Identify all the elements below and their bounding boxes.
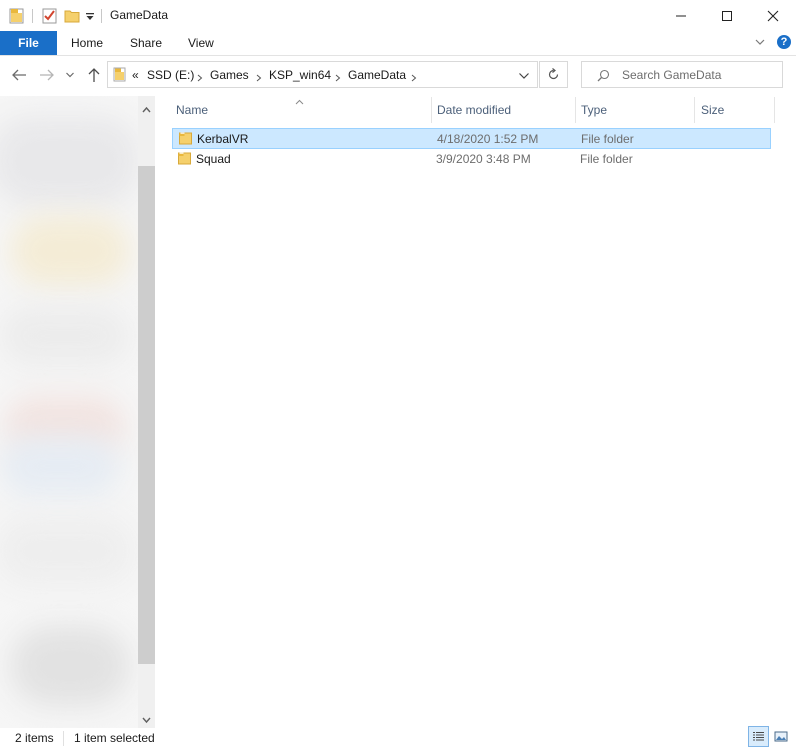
search-input[interactable]: Search GameData xyxy=(622,68,721,82)
navigation-pane-scrollbar[interactable] xyxy=(138,96,155,728)
ribbon-tabs: File Home Share View ? xyxy=(0,31,796,56)
file-type: File folder xyxy=(580,152,633,166)
column-header-date-modified[interactable]: Date modified xyxy=(437,103,511,117)
address-bar[interactable]: « SSD (E:) Games KSP_win64 GameData xyxy=(107,61,538,88)
divider xyxy=(101,9,102,23)
column-divider[interactable] xyxy=(694,97,695,123)
forward-button[interactable] xyxy=(38,66,56,84)
recent-locations-icon[interactable] xyxy=(64,66,76,84)
tab-file[interactable]: File xyxy=(0,31,57,55)
status-bar: 2 items 1 item selected xyxy=(0,728,796,750)
close-button[interactable] xyxy=(750,0,796,31)
details-view-button[interactable] xyxy=(748,726,769,747)
column-divider[interactable] xyxy=(431,97,432,123)
folder-icon xyxy=(179,132,193,145)
file-type: File folder xyxy=(581,132,634,146)
large-icons-view-button[interactable] xyxy=(770,726,791,747)
chevron-right-icon[interactable] xyxy=(197,71,203,82)
table-row[interactable]: Squad 3/9/2020 3:48 PM File folder xyxy=(172,149,771,170)
breadcrumb-ssd[interactable]: SSD (E:) xyxy=(147,68,194,82)
scroll-up-icon[interactable] xyxy=(142,102,151,113)
breadcrumb-overflow[interactable]: « xyxy=(132,68,139,82)
column-header-size[interactable]: Size xyxy=(701,103,724,117)
file-name: KerbalVR xyxy=(197,132,249,146)
column-header-name[interactable]: Name xyxy=(176,103,208,117)
status-item-count: 2 items xyxy=(15,731,54,745)
properties-icon[interactable] xyxy=(9,7,25,24)
tab-view[interactable]: View xyxy=(188,36,214,50)
search-icon xyxy=(597,69,610,82)
help-icon[interactable]: ? xyxy=(777,35,791,49)
checklist-icon[interactable] xyxy=(42,7,58,24)
column-divider[interactable] xyxy=(774,97,775,123)
maximize-button[interactable] xyxy=(704,0,750,31)
chevron-right-icon[interactable] xyxy=(256,71,262,82)
chevron-right-icon[interactable] xyxy=(411,71,417,82)
expand-ribbon-icon[interactable] xyxy=(754,36,766,48)
file-name: Squad xyxy=(196,152,231,166)
divider xyxy=(63,731,64,746)
sort-ascending-icon xyxy=(295,94,304,105)
refresh-button[interactable] xyxy=(539,61,568,88)
search-box[interactable]: Search GameData xyxy=(581,61,783,88)
title-bar: GameData xyxy=(0,0,796,31)
folder-icon xyxy=(113,67,127,82)
minimize-button[interactable] xyxy=(658,0,704,31)
tab-share[interactable]: Share xyxy=(130,36,162,50)
back-button[interactable] xyxy=(10,66,28,84)
column-header-type[interactable]: Type xyxy=(581,103,607,117)
scrollbar-thumb[interactable] xyxy=(138,166,155,664)
tab-home[interactable]: Home xyxy=(71,36,103,50)
file-date-modified: 4/18/2020 1:52 PM xyxy=(437,132,539,146)
table-row[interactable]: KerbalVR 4/18/2020 1:52 PM File folder xyxy=(172,128,771,149)
address-history-dropdown-icon[interactable] xyxy=(518,70,530,80)
file-date-modified: 3/9/2020 3:48 PM xyxy=(436,152,531,166)
breadcrumb-ksp-win64[interactable]: KSP_win64 xyxy=(269,68,331,82)
breadcrumb-games[interactable]: Games xyxy=(210,68,249,82)
navigation-pane[interactable] xyxy=(0,96,138,728)
column-divider[interactable] xyxy=(575,97,576,123)
window-title: GameData xyxy=(110,8,169,22)
up-button[interactable] xyxy=(85,66,103,84)
scroll-down-icon[interactable] xyxy=(142,713,151,724)
status-selection: 1 item selected xyxy=(74,731,155,745)
chevron-right-icon[interactable] xyxy=(335,71,341,82)
divider xyxy=(32,9,33,23)
customize-toolbar-dropdown-icon[interactable] xyxy=(85,11,95,21)
new-folder-icon[interactable] xyxy=(64,7,80,24)
breadcrumb-gamedata[interactable]: GameData xyxy=(348,68,406,82)
folder-icon xyxy=(178,152,192,165)
